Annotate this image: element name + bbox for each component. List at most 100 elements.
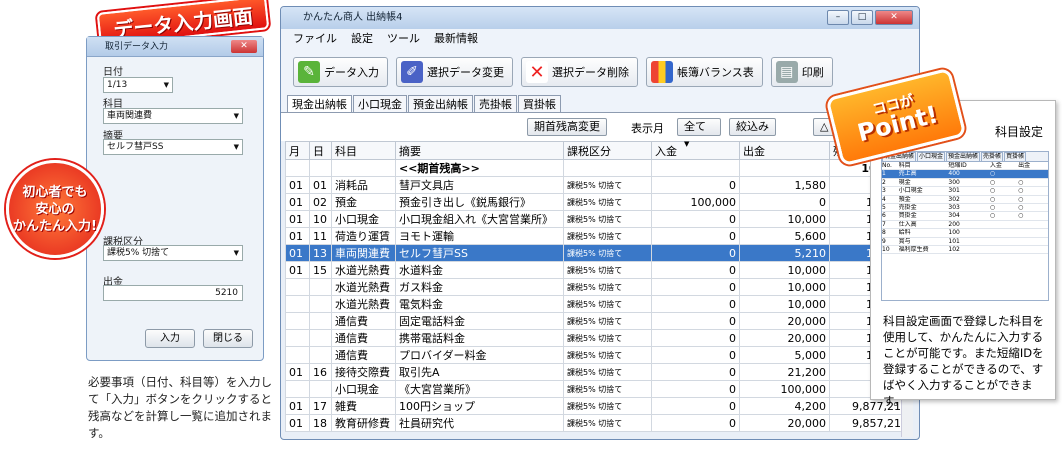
table-cell: 10,000	[739, 261, 830, 279]
table-row[interactable]: 0113車両関連費セルフ彗戸SS課税5% 切捨て05,21010,077,	[285, 244, 912, 262]
table-row[interactable]: 通信費携帯電話料金課税5% 切捨て020,00010,007,	[285, 329, 912, 347]
mini-cell: 1	[882, 170, 886, 178]
dialog-title: 取引データ入力	[105, 42, 169, 52]
subject-select[interactable]: 車両関連費 ▼	[103, 108, 243, 124]
narrow-button[interactable]: 絞込み	[729, 118, 776, 136]
mini-cell: ○	[1018, 203, 1024, 211]
tab-payable[interactable]: 買掛帳	[518, 95, 561, 112]
table-row[interactable]: 0110小口現金小口現金組入れ《大宮営業所》課税5% 切捨て010,00010,…	[285, 210, 912, 228]
table-cell	[651, 159, 740, 177]
menu-file[interactable]: ファイル	[293, 29, 337, 49]
table-cell: 1,580	[739, 176, 830, 194]
table-cell: 9,857,210	[829, 414, 912, 432]
subject-settings-screenshot: 現金出納帳 小口現金 預金出納帳 売掛帳 買掛帳 No. 科目 短縮ID 入金 出金 1 売上高 4…	[881, 151, 1049, 301]
input-button[interactable]: 入力	[145, 329, 195, 348]
edit-selected-button[interactable]: ✐ 選択データ変更	[396, 57, 513, 87]
balance-sheet-button[interactable]: 帳簿バランス表	[646, 57, 763, 87]
table-cell: 10,000	[739, 295, 830, 313]
col-out[interactable]: 出金	[739, 141, 830, 160]
col-tax[interactable]: 課税区分	[563, 141, 652, 160]
tab-deposit[interactable]: 預金出納帳	[408, 95, 473, 112]
mini-row: 9 賞与 101	[882, 238, 1048, 246]
table-row[interactable]: 01 17 雑費 100円ショップ 課税5% 切捨て 0 4,200 9,877,210	[285, 397, 912, 415]
table-cell: 0	[651, 295, 740, 313]
table-cell: 0	[651, 312, 740, 330]
menu-settings[interactable]: 設定	[351, 29, 373, 49]
mini-cell: 9	[882, 237, 886, 245]
table-row[interactable]: 通信費プロバイダー料金課税5% 切捨て05,00010,002,	[285, 346, 912, 364]
mini-cell: 102	[948, 245, 960, 253]
mini-cell: 100	[948, 229, 960, 237]
col-month[interactable]: 月	[285, 141, 310, 160]
summary-select[interactable]: セルフ彗戸SS ▼	[103, 139, 243, 155]
tax-select[interactable]: 課税5% 切捨て ▼	[103, 245, 243, 261]
mini-tab: 売掛帳	[981, 152, 1004, 161]
chevron-down-icon: ▼	[233, 143, 239, 151]
maximize-button[interactable]: □	[851, 10, 873, 25]
table-row[interactable]: 0101消耗品彗戸文具店課税5% 切捨て01,5809,998,	[285, 176, 912, 194]
mini-cell: ○	[989, 170, 996, 178]
table-row[interactable]: 水道光熱費電気料金課税5% 切捨て010,00010,047,	[285, 295, 912, 313]
table-cell: 5,600	[739, 227, 830, 245]
table-cell: 17	[309, 397, 332, 415]
date-field[interactable]: 1/13 ▼	[103, 77, 173, 93]
table-row[interactable]: <<期首残高>>10,000,	[285, 159, 912, 177]
table-cell: ガス料金	[395, 278, 564, 296]
table-cell	[309, 380, 332, 398]
opening-balance-button[interactable]: 期首残高変更	[527, 118, 607, 136]
table-row[interactable]: 小口現金《大宮営業所》課税5% 切捨て0100,0009,881,	[285, 380, 912, 398]
mini-cell: ○	[1018, 187, 1024, 195]
card-description: 科目設定画面で登録した科目を使用して、かんたんに入力することが可能です。また短縮…	[883, 314, 1044, 408]
mini-cell: 仕入高	[898, 220, 917, 228]
table-row[interactable]: 0116接待交際費取引先A課税5% 切捨て021,2009,981,	[285, 363, 912, 381]
tab-cash[interactable]: 現金出納帳	[287, 95, 352, 112]
table-row[interactable]: 通信費固定電話料金課税5% 切捨て020,00010,027,	[285, 312, 912, 330]
data-entry-button[interactable]: ✎ データ入力	[293, 57, 388, 87]
mini-table-body: 1 売上高 400 ○ 2 現金 300 ○ ○ 3 小口現金 301 ○ ○ 4 預金 302 ○ ○ 5 売掛金 30…	[882, 170, 1048, 255]
out-amount-input[interactable]: 5210	[103, 285, 243, 301]
table-row[interactable]: 水道光熱費ガス料金課税5% 切捨て010,00010,057,	[285, 278, 912, 296]
table-cell: 100,000	[651, 193, 740, 211]
col-day[interactable]: 日	[309, 141, 332, 160]
col-summary[interactable]: 摘要	[395, 141, 564, 160]
table-cell	[285, 380, 310, 398]
minimize-button[interactable]: –	[827, 10, 849, 25]
month-select[interactable]: 全て ▼	[677, 118, 721, 148]
table-row[interactable]: 01 18 教育研修費 社員研究代 課税5% 切捨て 0 20,000 9,857,210	[285, 414, 912, 432]
mini-header-cell: 短縮ID	[948, 162, 967, 169]
col-subject[interactable]: 科目	[331, 141, 396, 160]
mini-tab: 買掛帳	[1004, 152, 1027, 161]
delete-selected-button[interactable]: ✕ 選択データ削除	[521, 57, 638, 87]
mini-cell: 200	[948, 220, 960, 228]
table-cell: 0	[651, 227, 740, 245]
mini-row: 5 売掛金 303 ○ ○	[882, 203, 1048, 213]
menu-tools[interactable]: ツール	[387, 29, 420, 49]
tab-receivable[interactable]: 売掛帳	[474, 95, 517, 112]
table-cell: 教育研修費	[331, 414, 396, 432]
table-cell: 課税5% 切捨て	[563, 397, 652, 415]
mini-cell	[1018, 229, 1048, 236]
table-cell: 01	[285, 261, 310, 279]
tab-petty-cash[interactable]: 小口現金	[353, 95, 407, 112]
menu-news[interactable]: 最新情報	[434, 29, 478, 49]
mini-cell: 7	[882, 220, 886, 228]
table-row[interactable]: 0111荷造り運賃ヨモト運輸課税5% 切捨て05,60010,082,	[285, 227, 912, 245]
table-cell: 0	[651, 397, 740, 415]
table-cell: 01	[285, 363, 310, 381]
close-button[interactable]: 閉じる	[203, 329, 253, 348]
col-in[interactable]: 入金	[651, 141, 740, 160]
print-button[interactable]: ▤ 印刷	[770, 57, 833, 87]
table-cell: 《大宮営業所》	[395, 380, 564, 398]
window-close-button[interactable]: ✕	[875, 10, 913, 25]
table-cell: 11	[309, 227, 332, 245]
table-cell: 課税5% 切捨て	[563, 193, 652, 211]
table-cell: 預金	[331, 193, 396, 211]
dialog-close-button[interactable]: ✕	[231, 40, 257, 53]
table-row[interactable]: 0102預金預金引き出し《鋭馬銀行》課税5% 切捨て100,000010,098…	[285, 193, 912, 211]
table-cell: 0	[651, 380, 740, 398]
mini-cell	[1018, 221, 1048, 228]
table-cell	[309, 329, 332, 347]
table-row[interactable]: 0115水道光熱費水道料金課税5% 切捨て010,00010,067,	[285, 261, 912, 279]
mini-cell: 302	[948, 195, 960, 203]
mini-cell	[990, 221, 1018, 228]
